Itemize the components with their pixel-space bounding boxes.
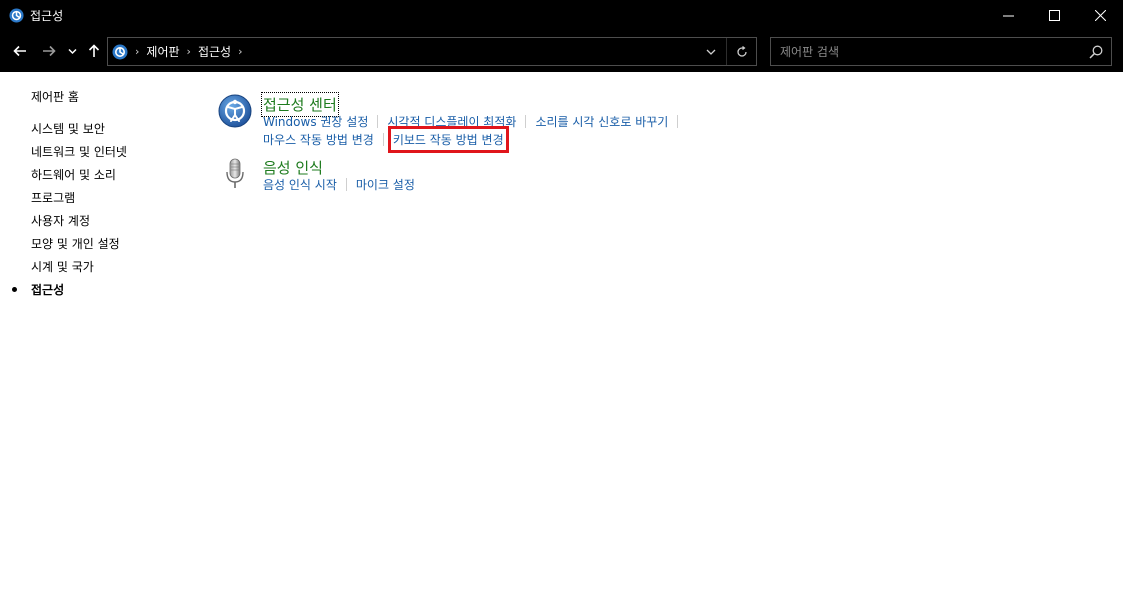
sidebar-item-control-panel-home[interactable]: 제어판 홈 <box>31 88 79 105</box>
link-divider <box>677 115 679 128</box>
current-item-bullet <box>12 287 17 292</box>
speech-recognition-link[interactable]: 음성 인식 <box>263 157 323 178</box>
sidebar-item-programs[interactable]: 프로그램 <box>31 189 75 206</box>
back-button[interactable] <box>10 41 30 61</box>
speech-recognition-links-row1: 음성 인식 시작 마이크 설정 <box>263 176 415 193</box>
optimize-visual-display-link[interactable]: 시각적 디스플레이 최적화 <box>387 113 516 130</box>
set-up-microphone-link[interactable]: 마이크 설정 <box>356 176 415 193</box>
recent-locations-button[interactable] <box>65 41 79 61</box>
sidebar-item-appearance[interactable]: 모양 및 개인 설정 <box>31 235 120 252</box>
sidebar-item-network-internet[interactable]: 네트워크 및 인터넷 <box>31 143 127 160</box>
close-button[interactable] <box>1077 0 1123 31</box>
sidebar-item-system-security[interactable]: 시스템 및 보안 <box>31 120 105 137</box>
maximize-button[interactable] <box>1031 0 1077 31</box>
sidebar-item-accessibility: 접근성 <box>31 283 65 297</box>
navigation-bar: › 제어판 › 접근성 › <box>0 31 1123 72</box>
arrow-right-icon <box>43 45 56 57</box>
control-panel-icon <box>112 44 128 59</box>
chevron-down-icon <box>706 49 716 55</box>
address-history-button[interactable] <box>696 38 726 65</box>
ease-of-access-links-row1: Windows 권장 설정 시각적 디스플레이 최적화 소리를 시각 신호로 바… <box>263 113 687 130</box>
close-icon <box>1094 10 1106 21</box>
address-bar[interactable]: › 제어판 › 접근성 › <box>107 37 757 66</box>
ease-of-access-links-row2: 마우스 작동 방법 변경 키보드 작동 방법 변경 <box>263 126 509 153</box>
title-bar: 접근성 <box>0 0 1123 31</box>
breadcrumb-separator[interactable]: › <box>238 45 242 58</box>
windows-recommended-settings-link[interactable]: Windows 권장 설정 <box>263 113 368 130</box>
forward-button[interactable] <box>39 41 59 61</box>
ease-of-access-icon <box>218 94 252 128</box>
change-keyboard-settings-link[interactable]: 키보드 작동 방법 변경 <box>387 126 509 153</box>
control-panel-icon <box>9 8 24 23</box>
link-divider <box>382 133 384 146</box>
replace-sounds-visual-cues-link[interactable]: 소리를 시각 신호로 바꾸기 <box>535 113 668 130</box>
minimize-button[interactable] <box>985 0 1031 31</box>
maximize-icon <box>1048 10 1060 21</box>
address-bar-controls <box>696 38 756 65</box>
chevron-down-icon <box>67 48 77 54</box>
link-divider <box>377 115 379 128</box>
minimize-icon <box>1002 15 1014 17</box>
breadcrumb-separator[interactable]: › <box>187 45 191 58</box>
breadcrumb-control-panel[interactable]: 제어판 <box>146 43 179 60</box>
link-divider <box>345 178 347 191</box>
breadcrumb-accessibility[interactable]: 접근성 <box>198 43 231 60</box>
sidebar-item-user-accounts[interactable]: 사용자 계정 <box>31 212 90 229</box>
sidebar-item-hardware-sound[interactable]: 하드웨어 및 소리 <box>31 166 116 183</box>
microphone-icon <box>226 158 244 188</box>
start-speech-recognition-link[interactable]: 음성 인식 시작 <box>263 176 337 193</box>
search-input[interactable] <box>780 44 1080 59</box>
link-divider <box>525 115 527 128</box>
change-mouse-settings-link[interactable]: 마우스 작동 방법 변경 <box>263 131 374 148</box>
search-box[interactable] <box>770 37 1112 66</box>
refresh-icon <box>736 45 747 57</box>
arrow-up-icon <box>88 44 100 57</box>
window-title: 접근성 <box>30 9 64 23</box>
breadcrumb-separator[interactable]: › <box>135 45 139 58</box>
search-icon[interactable] <box>1089 45 1103 59</box>
up-button[interactable] <box>85 41 103 61</box>
refresh-button[interactable] <box>726 38 756 65</box>
window-controls <box>985 0 1123 31</box>
ease-of-access-center-link[interactable]: 접근성 센터 <box>261 92 339 117</box>
sidebar-item-clock-region[interactable]: 시계 및 국가 <box>31 258 94 275</box>
arrow-left-icon <box>13 45 26 57</box>
